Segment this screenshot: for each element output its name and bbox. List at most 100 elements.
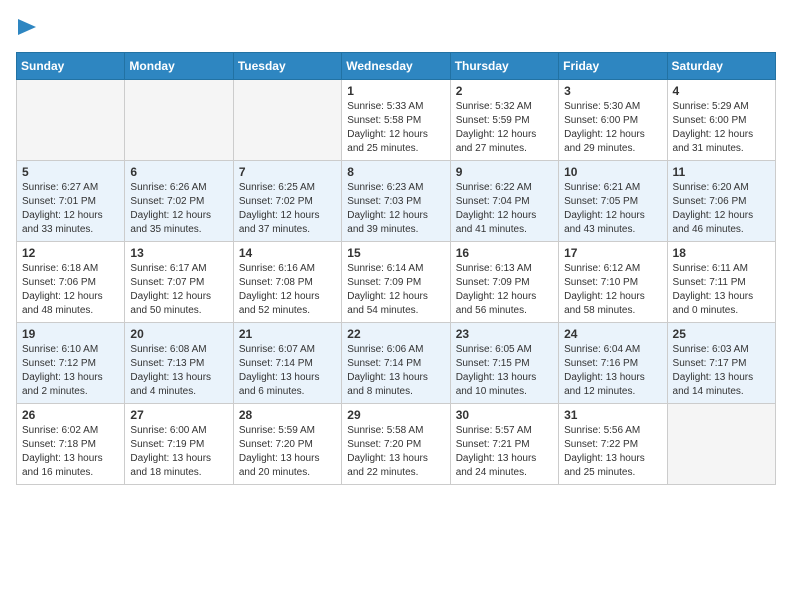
calendar-cell: 9 Sunrise: 6:22 AM Sunset: 7:04 PM Daylig… [450, 161, 558, 242]
calendar-cell: 5 Sunrise: 6:27 AM Sunset: 7:01 PM Daylig… [17, 161, 125, 242]
day-number: 5 [22, 165, 119, 179]
day-info: Sunrise: 6:27 AM Sunset: 7:01 PM Dayligh… [22, 181, 119, 237]
calendar-cell: 6 Sunrise: 6:26 AM Sunset: 7:02 PM Daylig… [125, 161, 233, 242]
day-number: 30 [456, 408, 553, 422]
day-number: 1 [347, 84, 444, 98]
day-number: 13 [130, 246, 227, 260]
day-number: 8 [347, 165, 444, 179]
day-number: 7 [239, 165, 336, 179]
weekday-header-wednesday: Wednesday [342, 53, 450, 80]
logo-arrow-icon [18, 19, 36, 40]
day-number: 27 [130, 408, 227, 422]
day-number: 21 [239, 327, 336, 341]
day-info: Sunrise: 6:16 AM Sunset: 7:08 PM Dayligh… [239, 262, 336, 318]
calendar-cell: 24 Sunrise: 6:04 AM Sunset: 7:16 PM Dayli… [559, 323, 667, 404]
page-header [16, 16, 776, 40]
weekday-header-thursday: Thursday [450, 53, 558, 80]
day-number: 14 [239, 246, 336, 260]
weekday-header-sunday: Sunday [17, 53, 125, 80]
day-info: Sunrise: 5:32 AM Sunset: 5:59 PM Dayligh… [456, 100, 553, 156]
day-info: Sunrise: 6:08 AM Sunset: 7:13 PM Dayligh… [130, 343, 227, 399]
day-number: 4 [673, 84, 770, 98]
weekday-header-friday: Friday [559, 53, 667, 80]
calendar-cell: 20 Sunrise: 6:08 AM Sunset: 7:13 PM Dayli… [125, 323, 233, 404]
day-info: Sunrise: 6:20 AM Sunset: 7:06 PM Dayligh… [673, 181, 770, 237]
logo [16, 16, 36, 40]
day-number: 26 [22, 408, 119, 422]
calendar-week-row: 12 Sunrise: 6:18 AM Sunset: 7:06 PM Dayli… [17, 242, 776, 323]
day-number: 23 [456, 327, 553, 341]
day-info: Sunrise: 5:58 AM Sunset: 7:20 PM Dayligh… [347, 424, 444, 480]
weekday-header-row: SundayMondayTuesdayWednesdayThursdayFrid… [17, 53, 776, 80]
day-number: 29 [347, 408, 444, 422]
calendar-cell: 7 Sunrise: 6:25 AM Sunset: 7:02 PM Daylig… [233, 161, 341, 242]
day-number: 9 [456, 165, 553, 179]
day-number: 28 [239, 408, 336, 422]
day-number: 6 [130, 165, 227, 179]
calendar-week-row: 26Sunrise: 6:02 AM Sunset: 7:18 PM Dayli… [17, 404, 776, 485]
day-number: 16 [456, 246, 553, 260]
calendar-cell [17, 80, 125, 161]
calendar-cell: 23 Sunrise: 6:05 AM Sunset: 7:15 PM Dayli… [450, 323, 558, 404]
calendar-cell: 28 Sunrise: 5:59 AM Sunset: 7:20 PM Dayli… [233, 404, 341, 485]
day-info: Sunrise: 6:21 AM Sunset: 7:05 PM Dayligh… [564, 181, 661, 237]
day-info: Sunrise: 6:22 AM Sunset: 7:04 PM Dayligh… [456, 181, 553, 237]
day-info: Sunrise: 6:05 AM Sunset: 7:15 PM Dayligh… [456, 343, 553, 399]
day-number: 15 [347, 246, 444, 260]
calendar-cell: 11 Sunrise: 6:20 AM Sunset: 7:06 PM Dayli… [667, 161, 775, 242]
day-info: Sunrise: 6:12 AM Sunset: 7:10 PM Dayligh… [564, 262, 661, 318]
day-info: Sunrise: 5:29 AM Sunset: 6:00 PM Dayligh… [673, 100, 770, 156]
day-number: 12 [22, 246, 119, 260]
day-number: 11 [673, 165, 770, 179]
day-info: Sunrise: 6:06 AM Sunset: 7:14 PM Dayligh… [347, 343, 444, 399]
calendar-cell: 15 Sunrise: 6:14 AM Sunset: 7:09 PM Dayli… [342, 242, 450, 323]
calendar-cell: 3 Sunrise: 5:30 AM Sunset: 6:00 PM Daylig… [559, 80, 667, 161]
calendar-cell [125, 80, 233, 161]
day-number: 3 [564, 84, 661, 98]
day-info: Sunrise: 6:26 AM Sunset: 7:02 PM Dayligh… [130, 181, 227, 237]
calendar-cell: 16 Sunrise: 6:13 AM Sunset: 7:09 PM Dayli… [450, 242, 558, 323]
calendar-cell: 10Sunrise: 6:21 AM Sunset: 7:05 PM Dayli… [559, 161, 667, 242]
day-number: 24 [564, 327, 661, 341]
day-info: Sunrise: 6:23 AM Sunset: 7:03 PM Dayligh… [347, 181, 444, 237]
day-info: Sunrise: 6:13 AM Sunset: 7:09 PM Dayligh… [456, 262, 553, 318]
calendar-cell: 12 Sunrise: 6:18 AM Sunset: 7:06 PM Dayli… [17, 242, 125, 323]
calendar-cell [667, 404, 775, 485]
calendar-week-row: 5 Sunrise: 6:27 AM Sunset: 7:01 PM Daylig… [17, 161, 776, 242]
calendar-cell: 22 Sunrise: 6:06 AM Sunset: 7:14 PM Dayli… [342, 323, 450, 404]
calendar-table: SundayMondayTuesdayWednesdayThursdayFrid… [16, 52, 776, 485]
day-number: 20 [130, 327, 227, 341]
calendar-cell [233, 80, 341, 161]
calendar-cell: 1Sunrise: 5:33 AM Sunset: 5:58 PM Daylig… [342, 80, 450, 161]
day-info: Sunrise: 5:56 AM Sunset: 7:22 PM Dayligh… [564, 424, 661, 480]
calendar-week-row: 1Sunrise: 5:33 AM Sunset: 5:58 PM Daylig… [17, 80, 776, 161]
day-info: Sunrise: 6:11 AM Sunset: 7:11 PM Dayligh… [673, 262, 770, 318]
calendar-week-row: 19Sunrise: 6:10 AM Sunset: 7:12 PM Dayli… [17, 323, 776, 404]
day-info: Sunrise: 6:07 AM Sunset: 7:14 PM Dayligh… [239, 343, 336, 399]
day-number: 18 [673, 246, 770, 260]
calendar-cell: 19Sunrise: 6:10 AM Sunset: 7:12 PM Dayli… [17, 323, 125, 404]
calendar-cell: 31 Sunrise: 5:56 AM Sunset: 7:22 PM Dayli… [559, 404, 667, 485]
calendar-cell: 18 Sunrise: 6:11 AM Sunset: 7:11 PM Dayli… [667, 242, 775, 323]
day-number: 25 [673, 327, 770, 341]
calendar-cell: 25Sunrise: 6:03 AM Sunset: 7:17 PM Dayli… [667, 323, 775, 404]
calendar-cell: 21 Sunrise: 6:07 AM Sunset: 7:14 PM Dayli… [233, 323, 341, 404]
day-info: Sunrise: 6:04 AM Sunset: 7:16 PM Dayligh… [564, 343, 661, 399]
day-number: 19 [22, 327, 119, 341]
day-info: Sunrise: 5:59 AM Sunset: 7:20 PM Dayligh… [239, 424, 336, 480]
calendar-cell: 8 Sunrise: 6:23 AM Sunset: 7:03 PM Daylig… [342, 161, 450, 242]
calendar-cell: 27 Sunrise: 6:00 AM Sunset: 7:19 PM Dayli… [125, 404, 233, 485]
calendar-cell: 14 Sunrise: 6:16 AM Sunset: 7:08 PM Dayli… [233, 242, 341, 323]
day-number: 17 [564, 246, 661, 260]
day-info: Sunrise: 6:25 AM Sunset: 7:02 PM Dayligh… [239, 181, 336, 237]
day-info: Sunrise: 5:30 AM Sunset: 6:00 PM Dayligh… [564, 100, 661, 156]
day-number: 2 [456, 84, 553, 98]
calendar-cell: 26Sunrise: 6:02 AM Sunset: 7:18 PM Dayli… [17, 404, 125, 485]
day-number: 22 [347, 327, 444, 341]
calendar-cell: 4 Sunrise: 5:29 AM Sunset: 6:00 PM Daylig… [667, 80, 775, 161]
day-info: Sunrise: 6:14 AM Sunset: 7:09 PM Dayligh… [347, 262, 444, 318]
day-number: 31 [564, 408, 661, 422]
calendar-cell: 2 Sunrise: 5:32 AM Sunset: 5:59 PM Daylig… [450, 80, 558, 161]
day-info: Sunrise: 6:18 AM Sunset: 7:06 PM Dayligh… [22, 262, 119, 318]
day-info: Sunrise: 6:00 AM Sunset: 7:19 PM Dayligh… [130, 424, 227, 480]
